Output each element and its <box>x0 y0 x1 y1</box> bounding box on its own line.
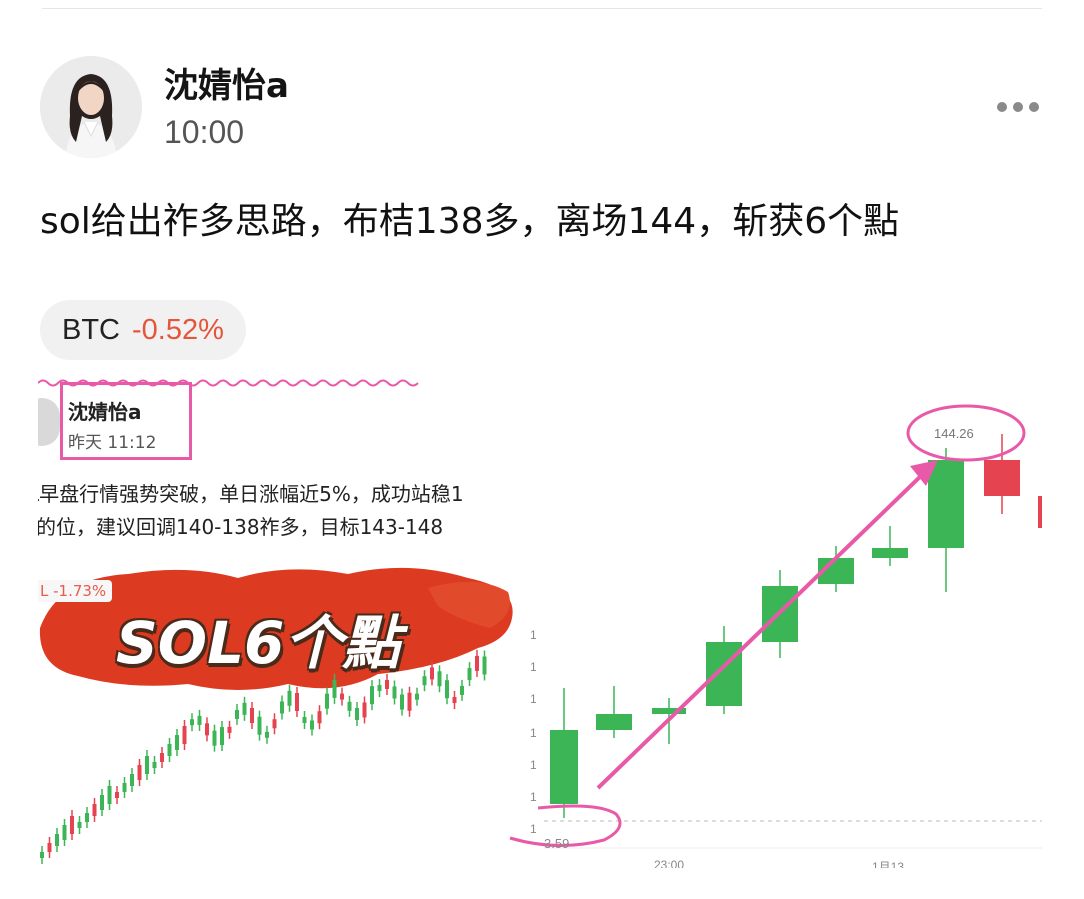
candle-body <box>92 804 97 816</box>
candle-body <box>167 744 172 756</box>
post-image[interactable]: 沈婧怡a 昨天 11:12 L早盘行情强势突破，单日涨幅近5%，成功站稳1 的位… <box>38 378 1042 868</box>
candle-body <box>984 460 1020 496</box>
embedded-author: 沈婧怡a <box>68 400 142 424</box>
candle-body <box>85 813 89 822</box>
candle-body <box>377 685 382 692</box>
more-dot <box>1029 102 1039 112</box>
candle-body <box>340 693 344 700</box>
candle-body <box>596 714 632 730</box>
candle-body <box>550 730 578 804</box>
candle-body <box>220 727 224 746</box>
candle-body <box>160 753 164 762</box>
candle-body <box>400 694 404 710</box>
price-high-label: 144.26 <box>934 426 974 441</box>
candle-body <box>70 816 74 834</box>
time-axis-label: 1月13 <box>872 860 905 868</box>
candle-body <box>265 731 269 738</box>
candle-body <box>325 693 329 709</box>
candle-body <box>130 774 134 786</box>
embedded-text-line-2: 的位，建议回调140-138祚多，目标143-148 <box>38 515 444 539</box>
candle-body <box>122 783 127 792</box>
price-axis-tick: 1 <box>530 726 537 740</box>
candle-body <box>197 715 202 725</box>
candle-body <box>872 548 908 558</box>
candle-body <box>430 667 434 680</box>
candle-body <box>242 702 247 715</box>
candle-body <box>145 756 149 774</box>
more-dot <box>1013 102 1023 112</box>
candle-body <box>137 765 142 780</box>
price-axis-tick: 1 <box>530 692 537 706</box>
price-low-label: 3.59 <box>544 836 570 851</box>
candle-body <box>295 692 299 711</box>
candle-body <box>250 708 254 724</box>
candle-body <box>47 843 52 852</box>
ticker-symbol: BTC <box>62 313 120 346</box>
post-text: sol给出祚多思路，布桔138多，离场144，斩获6个點 <box>40 201 900 242</box>
candle-body <box>1038 496 1042 528</box>
candle-body <box>928 460 964 548</box>
candle-body <box>205 723 209 736</box>
sticker-text: SOL6个點 <box>116 609 401 677</box>
candle-body <box>212 730 217 746</box>
candle-body <box>77 822 82 828</box>
embedded-wavy-underline <box>38 379 419 387</box>
candle-body <box>235 709 239 719</box>
candle-body <box>182 726 187 744</box>
candle-body <box>332 679 337 698</box>
candle-body <box>482 656 487 675</box>
post-time: 10:00 <box>164 114 245 150</box>
embedded-text-line-1: L早盘行情强势突破，单日涨幅近5%，成功站稳1 <box>38 482 464 506</box>
candle-body <box>107 786 112 804</box>
candle-body <box>302 716 307 723</box>
candle-body <box>355 708 359 721</box>
price-axis-tick: 1 <box>530 790 537 804</box>
candle-body <box>370 686 374 705</box>
price-axis-tick: 1 <box>530 822 537 836</box>
candle-body <box>152 762 157 768</box>
candle-body <box>445 680 449 699</box>
more-horizontal-icon <box>997 102 1007 112</box>
candle-body <box>280 701 284 714</box>
candle-body <box>55 834 59 846</box>
price-axis-tick: 1 <box>530 660 537 674</box>
candle-body <box>227 726 232 733</box>
candle-body <box>115 792 119 798</box>
candle-body <box>190 719 194 726</box>
candle-body <box>62 825 67 840</box>
candle-body <box>317 711 322 724</box>
candle-body <box>437 671 442 687</box>
candle-body <box>460 685 464 695</box>
candle-body <box>362 702 367 718</box>
candle-body <box>100 795 104 810</box>
candle-body <box>272 719 277 729</box>
candle-body <box>392 686 397 699</box>
candle-body <box>310 720 314 730</box>
embedded-ticker-chip: L -1.73% <box>38 580 113 602</box>
candle-body <box>257 716 262 735</box>
candle-body <box>385 679 389 689</box>
candle-body <box>415 693 419 700</box>
candle-body <box>422 676 427 686</box>
candle-body <box>347 701 352 711</box>
candle-body <box>475 655 479 671</box>
price-axis-tick: 1 <box>530 628 537 642</box>
candle-body <box>175 735 179 750</box>
ticker-change: -0.52% <box>132 313 224 346</box>
author-name[interactable]: 沈婧怡a <box>164 58 289 107</box>
time-axis-label: 23:00 <box>654 858 685 868</box>
candle-body <box>407 692 412 711</box>
top-divider <box>42 8 1042 9</box>
candle-body <box>40 852 44 858</box>
candle-body <box>467 668 472 681</box>
ticker-chip[interactable]: BTC -0.52% <box>40 300 246 360</box>
candle-body <box>452 696 457 703</box>
embedded-time: 昨天 11:12 <box>68 433 157 453</box>
author-avatar[interactable] <box>40 56 142 158</box>
price-axis-tick: 1 <box>530 758 537 772</box>
more-options-button[interactable] <box>988 92 1048 122</box>
candle-body <box>287 690 292 706</box>
